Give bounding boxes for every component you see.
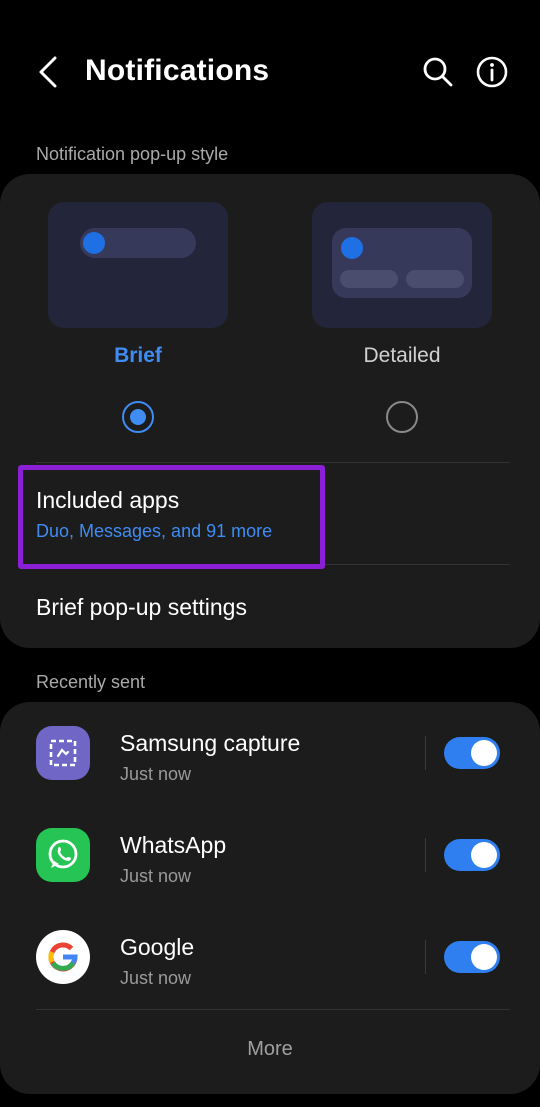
- popup-style-section-label: Notification pop-up style: [36, 144, 229, 164]
- info-button[interactable]: [474, 54, 510, 90]
- samsung-capture-toggle[interactable]: [444, 737, 500, 769]
- divider: [36, 462, 510, 463]
- app-row-samsung-capture[interactable]: Samsung capture Just now: [0, 708, 540, 798]
- google-toggle[interactable]: [444, 941, 500, 973]
- brief-preview[interactable]: [48, 202, 228, 328]
- app-row-whatsapp[interactable]: WhatsApp Just now: [0, 810, 540, 900]
- detailed-radio[interactable]: [386, 401, 418, 433]
- separator: [425, 838, 426, 872]
- app-time: Just now: [120, 968, 192, 988]
- brief-radio[interactable]: [122, 401, 154, 433]
- app-name: Samsung capture: [120, 730, 301, 756]
- more-button[interactable]: More: [0, 1038, 540, 1061]
- samsung-capture-icon: [36, 726, 90, 780]
- google-icon: [36, 930, 90, 984]
- whatsapp-toggle[interactable]: [444, 839, 500, 871]
- toggle-knob: [471, 842, 497, 868]
- brief-popup-settings-title: Brief pop-up settings: [36, 594, 247, 620]
- whatsapp-icon: [36, 828, 90, 882]
- search-button[interactable]: [420, 54, 456, 90]
- popup-style-card: Brief Detailed Included apps Duo, Messag…: [0, 174, 540, 648]
- toggle-knob: [471, 944, 497, 970]
- detailed-preview-button-2: [406, 270, 464, 288]
- separator: [425, 940, 426, 974]
- app-name: WhatsApp: [120, 832, 227, 858]
- app-time: Just now: [120, 866, 192, 886]
- app-name: Google: [120, 934, 195, 960]
- app-bar: Notifications: [0, 0, 540, 140]
- search-icon: [423, 57, 453, 87]
- app-time: Just now: [120, 764, 192, 784]
- divider: [36, 1009, 510, 1010]
- detailed-preview[interactable]: [312, 202, 492, 328]
- recently-sent-card: Samsung capture Just now WhatsApp Just n…: [0, 702, 540, 1094]
- detailed-preview-button-1: [340, 270, 398, 288]
- back-button[interactable]: [30, 52, 66, 92]
- recently-sent-section-label: Recently sent: [36, 672, 146, 692]
- detailed-option-label: Detailed: [363, 344, 441, 367]
- page-title: Notifications: [85, 54, 270, 87]
- separator: [425, 736, 426, 770]
- detailed-preview-dot: [341, 237, 363, 259]
- brief-option-label: Brief: [114, 344, 162, 367]
- radio-selected-dot: [130, 409, 146, 425]
- highlight-annotation-box: [18, 465, 325, 569]
- toggle-knob: [471, 740, 497, 766]
- info-icon: [476, 56, 508, 88]
- app-row-google[interactable]: Google Just now: [0, 912, 540, 1002]
- brief-preview-dot: [83, 232, 105, 254]
- brief-popup-settings-row[interactable]: Brief pop-up settings: [0, 566, 540, 648]
- chevron-left-icon: [39, 56, 57, 88]
